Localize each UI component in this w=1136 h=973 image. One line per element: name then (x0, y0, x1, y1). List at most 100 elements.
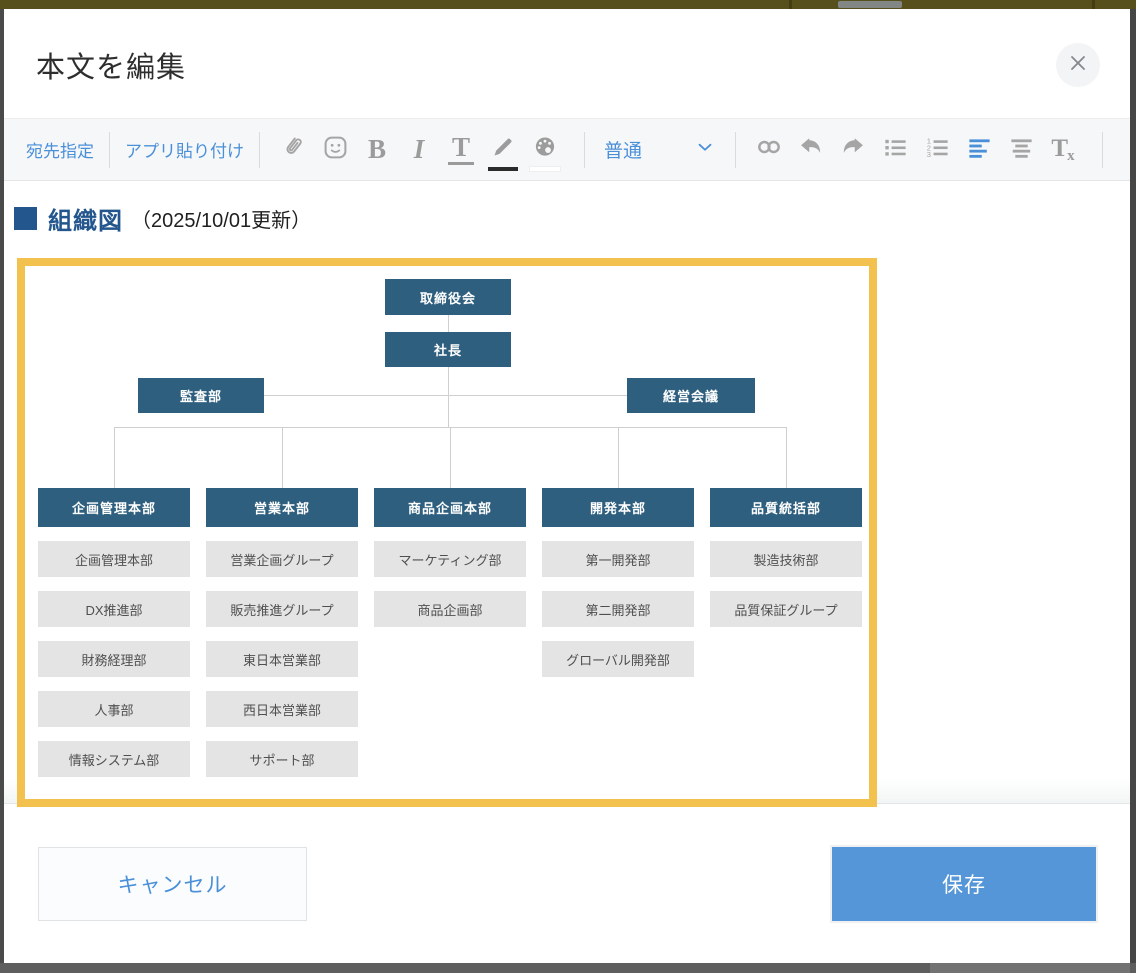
clear-format-icon: Tx (1051, 136, 1074, 164)
department-box: 西日本営業部 (206, 691, 358, 727)
connector-line (114, 427, 115, 488)
background-bottom-bar-segment (930, 963, 1130, 973)
department-box: 製造技術部 (710, 541, 862, 577)
link-icon (755, 133, 783, 166)
connector-line (618, 427, 619, 488)
close-icon (1068, 53, 1088, 78)
connector-line (450, 427, 451, 488)
department-box: 第二開発部 (542, 591, 694, 627)
save-button-label: 保存 (942, 869, 986, 899)
italic-button[interactable]: I (401, 128, 437, 172)
align-center-icon (1008, 134, 1035, 166)
org-chart-image[interactable]: 取締役会 社長 監査部 経営会議 企画管理本部企画管理本部 DX推進部財務経理部人… (17, 258, 877, 807)
department-box: 品質保証グループ (710, 591, 862, 627)
org-division-column: 営業本部営業企画グループ販売推進グループ東日本営業部西日本営業部サポート部 (206, 488, 358, 777)
paragraph-format-value: 普通 (604, 136, 642, 163)
division-header-box: 開発本部 (542, 488, 694, 527)
clear-format-button[interactable]: Tx (1045, 128, 1081, 172)
department-box: 商品企画部 (374, 591, 526, 627)
background-color-swatch (530, 167, 560, 171)
svg-text:3: 3 (926, 150, 930, 159)
org-box-audit: 監査部 (138, 378, 264, 413)
toolbar-divider (1102, 132, 1103, 168)
background-page-fragment (838, 1, 902, 8)
redo-button[interactable] (835, 128, 871, 172)
text-color-icon (490, 134, 516, 165)
background-top-bar-seam (1092, 0, 1095, 9)
department-box: 企画管理本部 (38, 541, 190, 577)
department-box: マーケティング部 (374, 541, 526, 577)
cancel-button-label: キャンセル (118, 869, 228, 899)
bold-icon: B (368, 136, 386, 163)
underline-button[interactable]: T (443, 128, 479, 172)
connector-line (282, 427, 283, 488)
recipient-button[interactable]: 宛先指定 (26, 137, 94, 162)
background-right-edge (1130, 9, 1136, 973)
toolbar-divider (109, 132, 110, 168)
save-button[interactable]: 保存 (832, 847, 1096, 921)
department-box: 営業企画グループ (206, 541, 358, 577)
chevron-down-icon (694, 136, 716, 164)
department-box: グローバル開発部 (542, 641, 694, 677)
department-box: 人事部 (38, 691, 190, 727)
background-color-icon (532, 134, 558, 165)
close-button[interactable] (1056, 43, 1100, 87)
org-chart-canvas: 取締役会 社長 監査部 経営会議 企画管理本部企画管理本部 DX推進部財務経理部人… (25, 266, 869, 799)
department-box: DX推進部 (38, 591, 190, 627)
org-box-president: 社長 (385, 332, 511, 367)
division-header-box: 営業本部 (206, 488, 358, 527)
department-box: 第一開発部 (542, 541, 694, 577)
redo-icon (839, 133, 867, 166)
paragraph-format-select[interactable]: 普通 (604, 136, 716, 164)
underline-icon: T (448, 134, 474, 165)
bullet-list-button[interactable] (877, 128, 913, 172)
background-top-bar-seam (789, 0, 792, 9)
link-button[interactable] (751, 128, 787, 172)
attach-icon (280, 134, 307, 166)
align-left-icon (966, 134, 993, 166)
org-box-management-meeting: 経営会議 (627, 378, 755, 413)
org-division-column: 企画管理本部企画管理本部 DX推進部財務経理部人事部情報システム部 (38, 488, 190, 777)
org-division-column: 品質統括部製造技術部品質保証グループ (710, 488, 862, 627)
undo-button[interactable] (793, 128, 829, 172)
emoji-button[interactable] (317, 128, 353, 172)
connector-line (786, 427, 787, 488)
text-color-swatch (488, 167, 518, 171)
text-color-button[interactable] (485, 128, 521, 172)
app-paste-button[interactable]: アプリ貼り付け (125, 137, 244, 162)
division-header-box: 品質統括部 (710, 488, 862, 527)
align-left-button[interactable] (961, 128, 997, 172)
org-division-column: 商品企画本部マーケティング部商品企画部 (374, 488, 526, 627)
numbered-list-button[interactable]: 123 (919, 128, 955, 172)
background-top-bar (0, 0, 1136, 9)
department-box: サポート部 (206, 741, 358, 777)
department-box: 情報システム部 (38, 741, 190, 777)
attach-button[interactable] (275, 128, 311, 172)
align-center-button[interactable] (1003, 128, 1039, 172)
heading-text: 組織図 (48, 201, 123, 236)
toolbar-divider (259, 132, 260, 168)
bold-button[interactable]: B (359, 128, 395, 172)
connector-line (448, 367, 449, 427)
cancel-button[interactable]: キャンセル (38, 847, 307, 921)
division-header-box: 商品企画本部 (374, 488, 526, 527)
org-division-column: 開発本部第一開発部第二開発部グローバル開発部 (542, 488, 694, 677)
italic-icon: I (414, 136, 425, 163)
department-box: 財務経理部 (38, 641, 190, 677)
editor-toolbar: 宛先指定 アプリ貼り付け B I T 普通 (4, 118, 1130, 181)
department-box: 販売推進グループ (206, 591, 358, 627)
org-box-board: 取締役会 (385, 279, 511, 315)
bullet-list-icon (882, 134, 909, 166)
background-color-button[interactable] (527, 128, 563, 172)
document-heading: 組織図 （2025/10/01更新） (14, 200, 311, 236)
department-box: 東日本営業部 (206, 641, 358, 677)
toolbar-divider (735, 132, 736, 168)
numbered-list-icon: 123 (924, 134, 951, 166)
connector-line (448, 315, 449, 332)
undo-icon (797, 133, 825, 166)
emoji-icon (322, 134, 349, 166)
modal-title: 本文を編集 (36, 44, 186, 86)
division-header-box: 企画管理本部 (38, 488, 190, 527)
connector-line (264, 395, 627, 396)
heading-bullet-square (14, 207, 37, 230)
